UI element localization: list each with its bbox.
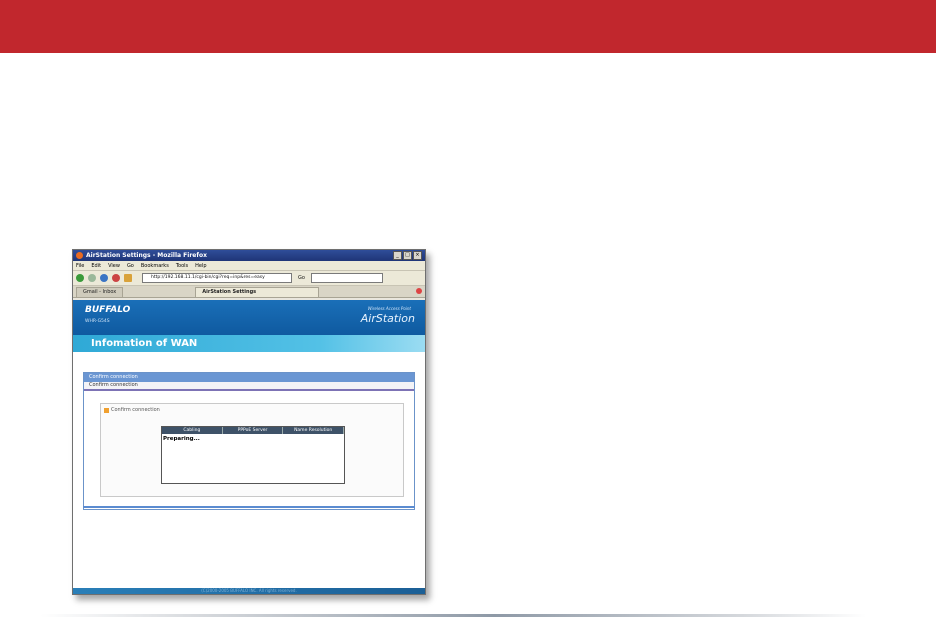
product-name: AirStation (360, 312, 415, 325)
confirm-panel: Confirm connection Confirm connection Co… (83, 372, 415, 510)
panel-divider (83, 506, 415, 508)
top-banner (0, 0, 936, 53)
menu-edit[interactable]: Edit (91, 263, 101, 269)
menu-tools[interactable]: Tools (176, 263, 188, 269)
folder-icon (104, 407, 109, 413)
stop-icon[interactable] (112, 274, 120, 282)
menu-bar: File Edit View Go Bookmarks Tools Help (73, 261, 425, 271)
confirm-box-title: Confirm connection (111, 407, 160, 413)
firefox-icon (76, 252, 83, 259)
bottom-divider (40, 614, 866, 617)
title-bar: AirStation Settings - Mozilla Firefox _ … (73, 250, 425, 261)
minimize-button[interactable]: _ (393, 251, 402, 260)
page-footer: (C)2000-2005 BUFFALO INC. All rights res… (73, 588, 425, 594)
status-table: Cabling PPPoE Server Name Resolution Pre… (161, 426, 345, 484)
model-label: WHR-G54S (85, 319, 110, 324)
maximize-button[interactable]: □ (403, 251, 412, 260)
window-title: AirStation Settings - Mozilla Firefox (86, 252, 207, 259)
home-icon[interactable] (124, 274, 132, 282)
brand-logo: BUFFALO (85, 305, 131, 315)
tab-airstation[interactable]: AirStation Settings (195, 287, 320, 297)
forward-icon[interactable] (88, 274, 96, 282)
page-content: BUFFALO WHR-G54S Wireless Access Point A… (73, 300, 425, 594)
menu-view[interactable]: View (108, 263, 120, 269)
go-button[interactable]: Go (298, 275, 305, 281)
browser-window: AirStation Settings - Mozilla Firefox _ … (72, 249, 426, 595)
menu-help[interactable]: Help (195, 263, 206, 269)
menu-bookmarks[interactable]: Bookmarks (141, 263, 169, 269)
tab-bar: Gmail - Inbox AirStation Settings (73, 286, 425, 298)
header-cabling: Cabling (162, 427, 223, 434)
close-tab-icon[interactable] (416, 288, 422, 294)
page-title: Infomation of WAN (73, 335, 425, 352)
confirm-box: Confirm connection Cabling PPPoE Server … (100, 403, 404, 497)
table-header: Cabling PPPoE Server Name Resolution (162, 427, 345, 434)
header-name-resolution: Name Resolution (283, 427, 345, 434)
back-icon[interactable] (76, 274, 84, 282)
confirm-box-header: Confirm connection (101, 404, 403, 413)
router-header: BUFFALO WHR-G54S Wireless Access Point A… (73, 300, 425, 335)
status-text: Preparing... (163, 436, 200, 442)
header-pppoe-server: PPPoE Server (223, 427, 284, 434)
address-bar[interactable]: http://192.168.11.1/cgi-bin/cgi?req=inp&… (142, 273, 292, 283)
navigation-toolbar: http://192.168.11.1/cgi-bin/cgi?req=inp&… (73, 271, 425, 286)
menu-go[interactable]: Go (127, 263, 134, 269)
menu-file[interactable]: File (76, 263, 84, 269)
panel-title: Confirm connection (84, 373, 414, 382)
product-subtitle: Wireless Access Point (367, 306, 411, 311)
search-input[interactable] (310, 273, 383, 283)
tab-gmail[interactable]: Gmail - Inbox (76, 287, 124, 297)
panel-subtitle: Confirm connection (84, 382, 414, 391)
close-button[interactable]: × (413, 251, 422, 260)
reload-icon[interactable] (100, 274, 108, 282)
